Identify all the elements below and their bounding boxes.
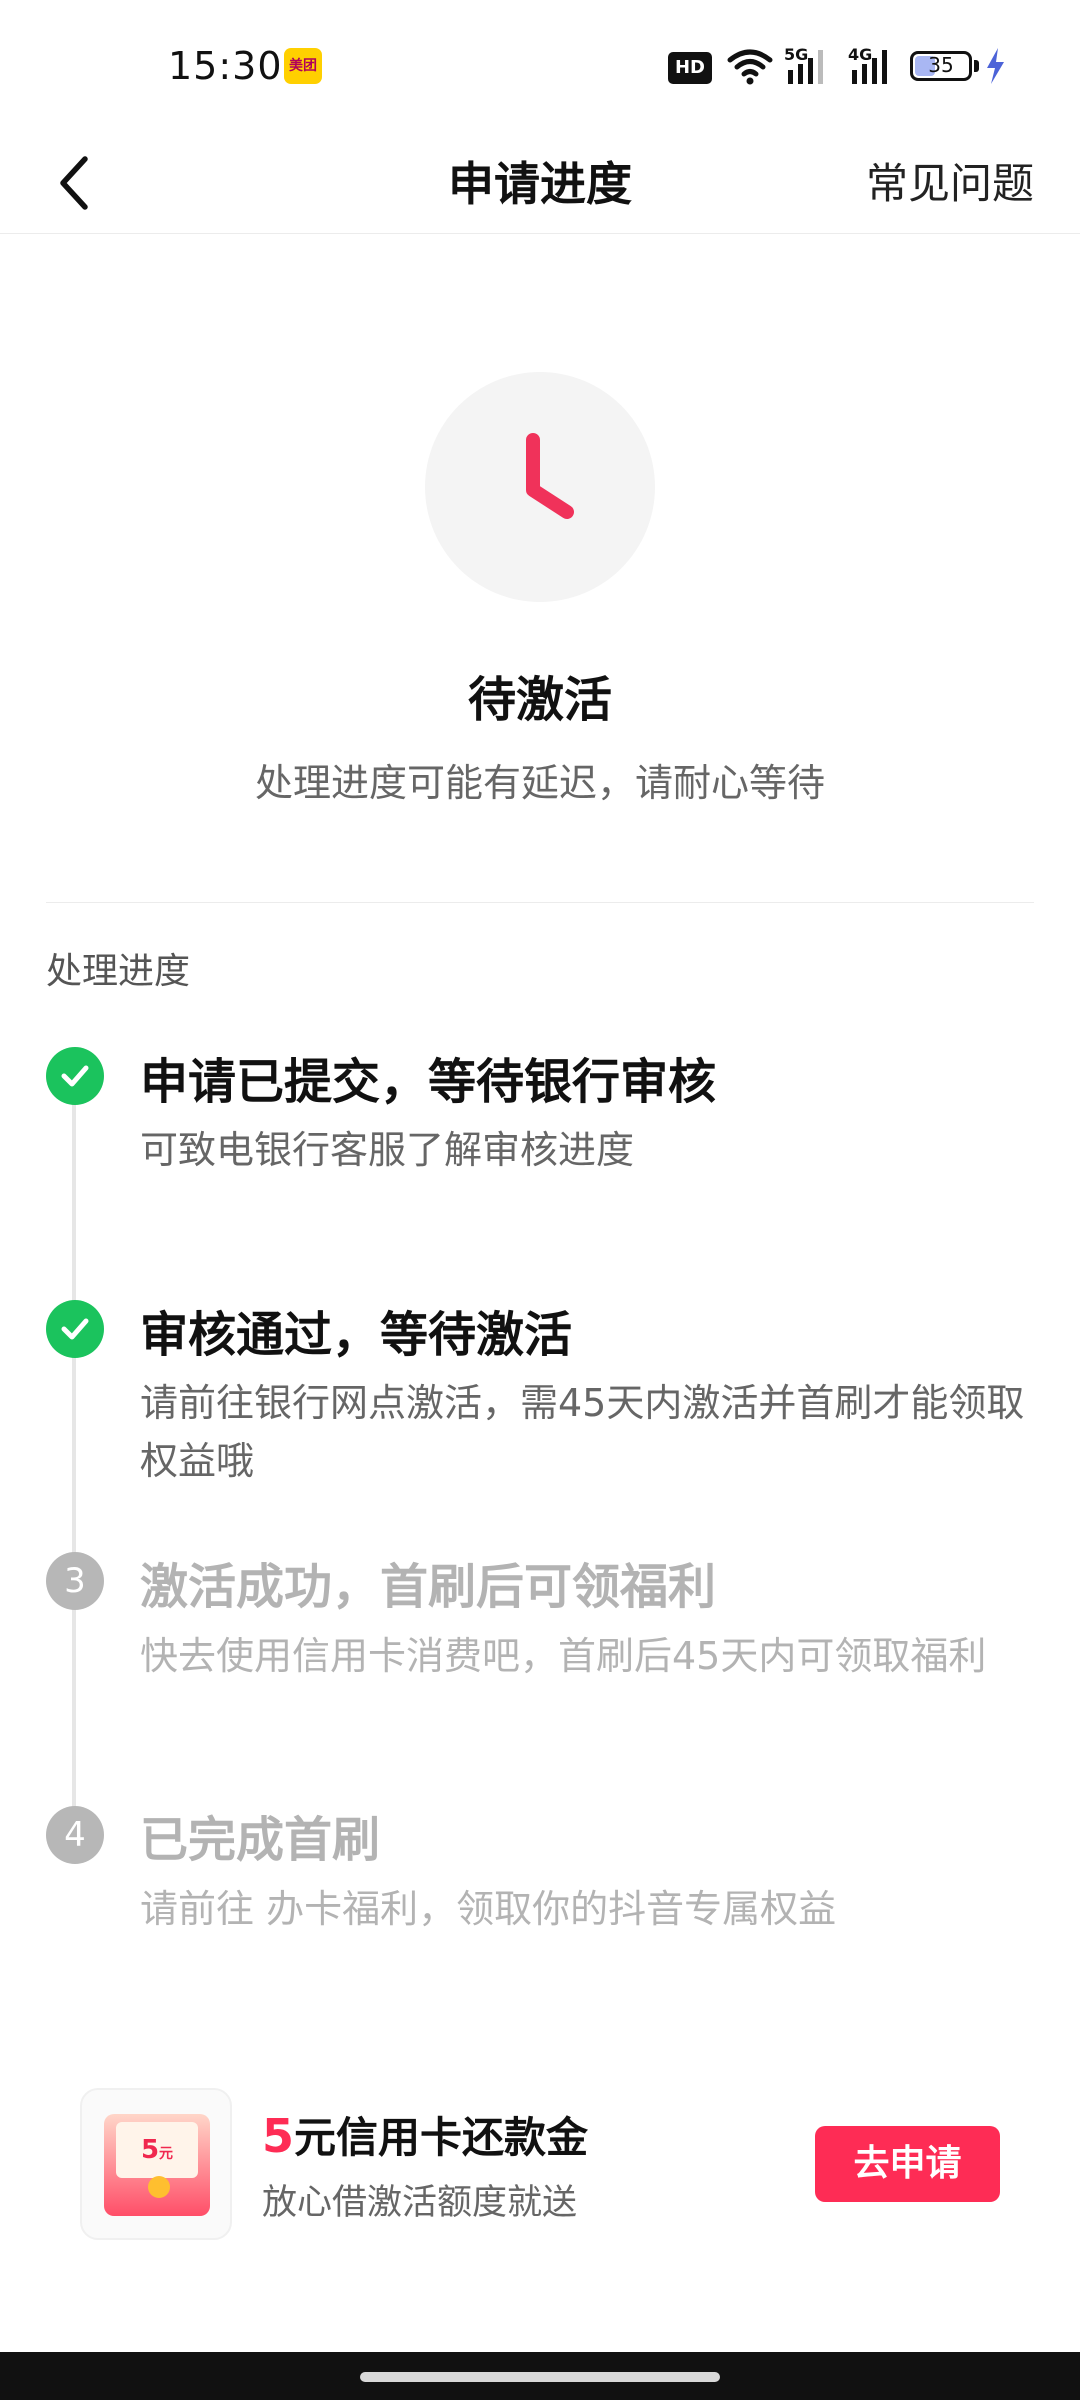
promo-title[interactable]: 5元信用卡还款金 [262, 2104, 588, 2165]
home-indicator[interactable] [360, 2372, 720, 2382]
step-4-desc: 请前往 办卡福利，领取你的抖音专属权益 [140, 1887, 837, 1931]
timeline-line [72, 1100, 76, 1840]
status-subtitle: 处理进度可能有延迟，请耐心等待 [254, 761, 825, 805]
battery-icon: 35 [910, 51, 972, 81]
step-3-desc: 快去使用信用卡消费吧，首刷后45天内可领取福利 [140, 1634, 987, 1678]
step-3-number-badge: 3 [46, 1552, 104, 1610]
signal-4g-icon: 4G [848, 46, 887, 84]
meituan-app-icon: 美团 [284, 48, 322, 84]
status-bar: 15:30 美团 HD 5G 4G 35 [0, 0, 1080, 135]
envelope-amount: 5 [140, 2135, 160, 2165]
battery-tip [974, 60, 979, 72]
chevron-left-icon [60, 156, 88, 210]
battery-percent: 35 [928, 53, 954, 77]
hd-voice-icon: HD [668, 52, 712, 84]
promo-thumbnail[interactable]: 5元 [80, 2088, 232, 2240]
net-5g-label: 5G [784, 46, 808, 64]
step-1-title: 申请已提交，等待银行审核 [140, 1054, 717, 1110]
promo-title-text: 元信用卡还款金 [294, 2113, 589, 2162]
signal-5g-icon: 5G [784, 46, 823, 84]
nav-bar: 申请进度 常见问题 [0, 135, 1080, 234]
net-4g-label: 4G [848, 46, 872, 64]
step-2-desc: 请前往银行网点激活，需45天内激活并首刷才能领取权益哦 [140, 1381, 1025, 1483]
step-2-check-icon [46, 1300, 104, 1358]
promo-subtitle: 放心借激活额度就送 [262, 2183, 578, 2223]
charging-bolt-icon [987, 48, 1004, 84]
promo-amount: 5 [262, 2109, 295, 2163]
wifi-icon [727, 49, 773, 85]
step-4-number-badge: 4 [46, 1806, 104, 1864]
apply-button[interactable]: 去申请 [815, 2126, 1000, 2202]
clock-icon [526, 433, 574, 519]
red-envelope-icon: 5元 [104, 2114, 210, 2216]
envelope-amount-card: 5元 [116, 2122, 198, 2178]
back-button[interactable] [40, 143, 110, 223]
coin-icon [148, 2176, 170, 2198]
status-time: 15:30 [168, 44, 283, 88]
step-1-check-icon [46, 1047, 104, 1105]
section-label: 处理进度 [46, 951, 191, 992]
faq-link[interactable]: 常见问题 [866, 135, 1034, 233]
step-3-title: 激活成功，首刷后可领福利 [140, 1559, 717, 1615]
envelope-unit: 元 [159, 2146, 174, 2162]
divider [46, 902, 1034, 903]
navigation-gesture-area [0, 2352, 1080, 2400]
step-1-desc: 可致电银行客服了解审核进度 [140, 1128, 635, 1172]
step-2-title: 审核通过，等待激活 [140, 1307, 573, 1363]
status-title: 待激活 [467, 672, 612, 728]
step-4-title: 已完成首刷 [140, 1812, 381, 1868]
status-clock-badge [425, 372, 655, 602]
